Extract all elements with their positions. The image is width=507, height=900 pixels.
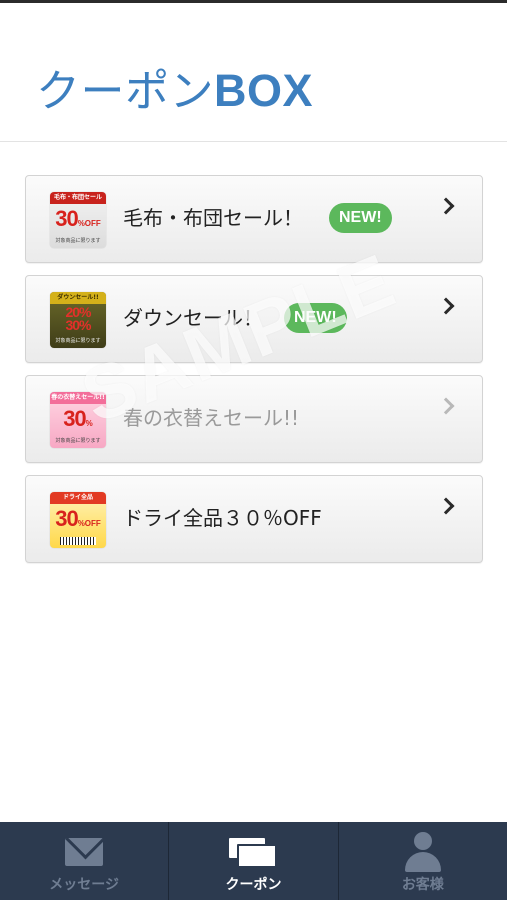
thumbnail-discount-value: 30 bbox=[55, 206, 79, 231]
coupon-title: 毛布・布団セール！ bbox=[123, 206, 303, 230]
tab-label: お客様 bbox=[401, 877, 444, 893]
tab-label: クーポン bbox=[225, 877, 282, 893]
thumbnail-top-text: 春の衣替えセール!! bbox=[50, 392, 106, 404]
person-icon bbox=[404, 832, 441, 872]
thumbnail-top-text: ドライ全品 bbox=[50, 492, 106, 504]
thumbnail-discount-unit: 30% bbox=[65, 317, 91, 333]
tab-coupons[interactable]: クーポン bbox=[169, 822, 339, 900]
thumbnail-discount-value: 30 bbox=[55, 506, 79, 531]
header: クーポンBOX bbox=[0, 3, 507, 142]
coupon-card-1[interactable]: 毛布・布団セール 30%OFF 対象商品に限ります 毛布・布団セール！ NEW! bbox=[25, 175, 483, 263]
thumbnail-note: 対象商品に限ります bbox=[55, 338, 101, 344]
barcode-icon bbox=[60, 537, 96, 545]
thumbnail-discount: 30%OFF bbox=[54, 506, 102, 532]
tab-customer[interactable]: お客様 bbox=[339, 822, 507, 900]
coupon-list: 毛布・布団セール 30%OFF 対象商品に限ります 毛布・布団セール！ NEW!… bbox=[25, 175, 483, 575]
thumbnail-discount: 30% bbox=[54, 406, 102, 432]
page-title: クーポンBOX bbox=[36, 65, 313, 118]
coupon-thumbnail: 毛布・布団セール 30%OFF 対象商品に限ります bbox=[50, 192, 106, 248]
tab-messages[interactable]: メッセージ bbox=[0, 822, 170, 900]
chevron-right-icon bbox=[437, 297, 455, 315]
chevron-right-icon bbox=[437, 397, 455, 415]
coupon-card-3[interactable]: 春の衣替えセール!! 30% 対象商品に限ります 春の衣替えセール!! bbox=[25, 375, 483, 463]
chevron-right-icon bbox=[437, 497, 455, 515]
tab-bar: メッセージ クーポン お客様 bbox=[0, 822, 507, 900]
thumbnail-discount-value: 30 bbox=[63, 406, 87, 431]
coupon-card-4[interactable]: ドライ全品 30%OFF ドライ全品３０％OFF bbox=[25, 475, 483, 563]
thumbnail-discount: 20% 30% bbox=[54, 305, 102, 333]
tab-label: メッセージ bbox=[49, 877, 120, 893]
new-badge: NEW! bbox=[284, 303, 347, 333]
coupon-thumbnail: ドライ全品 30%OFF bbox=[50, 492, 106, 548]
page-title-suffix: BOX bbox=[214, 65, 314, 116]
page-title-text: クーポン bbox=[36, 66, 214, 117]
thumbnail-note: 対象商品に限ります bbox=[55, 438, 101, 444]
thumbnail-top-text: ダウンセール!! bbox=[50, 292, 106, 304]
coupon-title: 春の衣替えセール!! bbox=[123, 406, 300, 430]
coupon-thumbnail: 春の衣替えセール!! 30% 対象商品に限ります bbox=[50, 392, 106, 448]
thumbnail-discount-unit: %OFF bbox=[77, 519, 101, 528]
thumbnail-discount-unit: % bbox=[85, 419, 93, 428]
thumbnail-discount-unit: %OFF bbox=[77, 219, 101, 228]
coupon-thumbnail: ダウンセール!! 20% 30% 対象商品に限ります bbox=[50, 292, 106, 348]
coupons-icon bbox=[229, 838, 278, 868]
chevron-right-icon bbox=[437, 197, 455, 215]
thumbnail-note: 対象商品に限ります bbox=[55, 238, 101, 244]
coupon-card-2[interactable]: ダウンセール!! 20% 30% 対象商品に限ります ダウンセール！ NEW! bbox=[25, 275, 483, 363]
new-badge: NEW! bbox=[329, 203, 392, 233]
coupon-title: ダウンセール！ bbox=[123, 306, 263, 330]
thumbnail-top-text: 毛布・布団セール bbox=[50, 192, 106, 204]
mail-icon bbox=[65, 838, 104, 866]
coupon-title: ドライ全品３０％OFF bbox=[123, 506, 322, 530]
thumbnail-discount: 30%OFF bbox=[54, 206, 102, 232]
